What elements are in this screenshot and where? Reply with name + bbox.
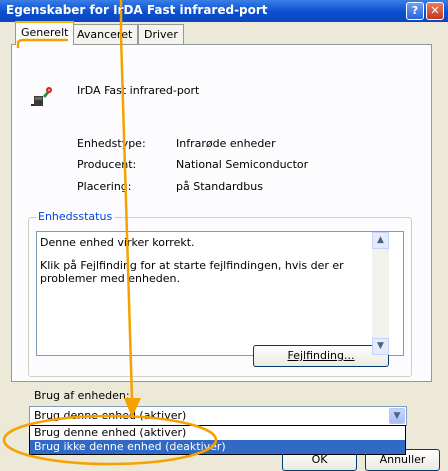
infrared-device-icon bbox=[31, 87, 52, 106]
device-type-value: Infrarøde enheder bbox=[176, 137, 276, 150]
device-usage-dropdown-list[interactable]: Brug denne enhed (aktiver) Brug ikke den… bbox=[29, 425, 406, 455]
troubleshoot-button-label: Fejlfinding... bbox=[287, 349, 355, 362]
status-scrollbar[interactable] bbox=[372, 232, 389, 355]
device-type-label: Enhedstype: bbox=[77, 137, 146, 150]
tab-general[interactable]: Generelt bbox=[15, 21, 75, 45]
dropdown-option-enable[interactable]: Brug denne enhed (aktiver) bbox=[30, 426, 405, 440]
device-status-title: Enhedsstatus bbox=[36, 210, 115, 223]
manufacturer-value: National Semiconductor bbox=[176, 158, 309, 171]
device-usage-selected-value: Brug denne enhed (aktiver) bbox=[34, 409, 187, 422]
status-line-working: Denne enhed virker korrekt. bbox=[40, 236, 195, 249]
help-button[interactable]: ? bbox=[406, 2, 424, 20]
status-line-troubleshoot-hint: Klik på Fejlfinding for at starte fejlfi… bbox=[40, 259, 344, 285]
tab-driver[interactable]: Driver bbox=[138, 24, 184, 44]
device-name: IrDA Fast infrared-port bbox=[77, 84, 200, 97]
device-usage-label: Brug af enheden: bbox=[34, 389, 130, 402]
location-label: Placering: bbox=[77, 180, 132, 193]
location-value: på Standardbus bbox=[176, 180, 263, 193]
dropdown-arrow-icon[interactable]: ▼ bbox=[389, 408, 405, 424]
window-title: Egenskaber for IrDA Fast infrared-port bbox=[6, 3, 268, 17]
close-button[interactable]: ✕ bbox=[426, 2, 444, 20]
manufacturer-label: Producent: bbox=[77, 158, 137, 171]
troubleshoot-button[interactable]: Fejlfinding... bbox=[253, 345, 389, 367]
device-status-text: Denne enhed virker korrekt. Klik på Fejl… bbox=[40, 236, 380, 295]
dropdown-option-disable[interactable]: Brug ikke denne enhed (deaktiver) bbox=[30, 440, 405, 454]
scroll-down-arrow-icon[interactable]: ▼ bbox=[372, 338, 389, 355]
tab-advanced[interactable]: Avanceret bbox=[71, 24, 139, 44]
scroll-up-arrow-icon[interactable]: ▲ bbox=[372, 232, 389, 249]
